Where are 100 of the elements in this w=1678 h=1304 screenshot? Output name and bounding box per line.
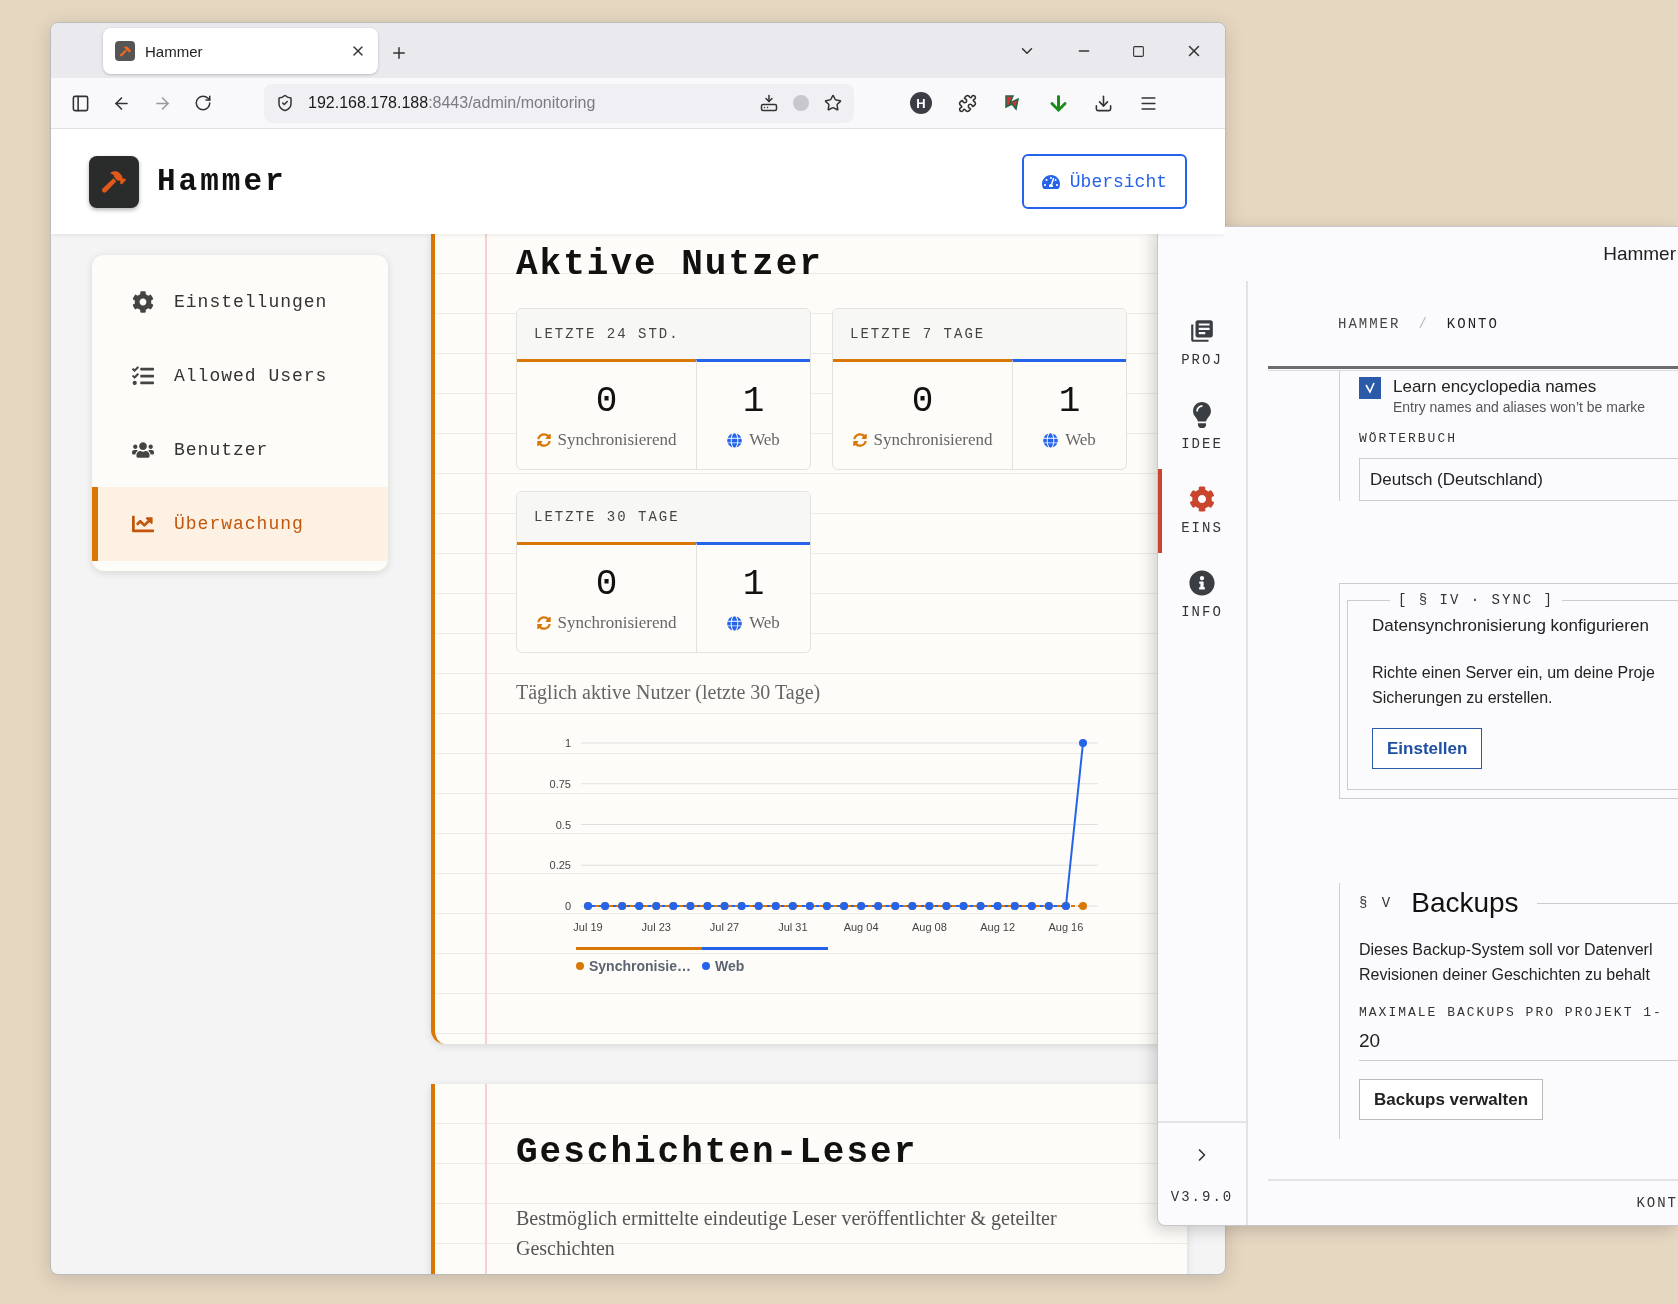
axis-label: Jul 27 [709,921,740,933]
line-chart-icon [132,513,154,535]
data-point [1079,739,1087,747]
axis-label: 0.25 [549,859,571,872]
stat-value: 0 [595,381,618,422]
rail-label: IDEE [1181,436,1223,452]
axis-label: Jul 23 [641,921,671,933]
arrow-down-icon[interactable] [1049,93,1068,113]
axis-label: Aug 04 [843,921,879,933]
gear-icon [1189,486,1215,512]
sync-legend: [ § IV · SYNC ] [1390,592,1563,608]
stat-period: LETZTE 7 TAGE [833,309,1126,359]
gauge-icon [1041,172,1060,191]
section-number: § V [1359,895,1394,911]
stat-period: LETZTE 30 TAGE [517,492,810,542]
axis-label: 1 [564,737,571,749]
sidebar-item[interactable]: Allowed Users [92,339,388,413]
sidebar-label: Überwachung [174,514,304,534]
sidebar-label: Allowed Users [174,366,328,386]
sidebar-label: Benutzer [174,440,269,460]
axis-label: Jul 31 [778,921,808,933]
stat-label: Synchronisierend [557,613,677,633]
stat-value: 0 [911,381,934,422]
stat-label: Web [749,430,780,450]
field-label: MAXIMALE BACKUPS PRO PROJEKT 1- [1359,1005,1664,1020]
checkbox[interactable] [1359,377,1381,399]
app-name: Hammer [157,164,287,199]
hammer-icon [115,41,135,61]
setup-button[interactable]: Einstellen [1372,728,1483,769]
globe-icon [727,432,743,448]
section-title: Backups [1411,887,1519,919]
sync-heading: Datensynchronisierung konfigurieren [1372,616,1650,636]
sync-icon [852,433,867,447]
axis-label: Aug 12 [980,921,1016,933]
puzzle-icon[interactable] [958,93,977,113]
section-title: Geschichten-Leser [516,1132,919,1173]
axis-label: 0.75 [549,777,571,790]
rail-label: INFO [1181,604,1223,620]
gear-icon [132,291,154,313]
reload-icon[interactable] [194,94,212,112]
backups-description: Dieses Backup-System soll vor Datenverl Revisionen deiner Geschichten zu behalt [1359,940,1654,985]
rail-item[interactable]: IDEE [1158,385,1242,469]
checkbox-hint: Entry names and aliases won’t be marke [1393,399,1646,415]
extension-badge[interactable]: H [910,92,932,114]
sidebar-item[interactable]: Benutzer [92,413,388,487]
download-icon[interactable] [1094,93,1113,113]
dictionary-select[interactable]: Deutsch (Deutschland) [1359,458,1678,501]
axis-label: 0 [564,900,571,912]
breadcrumb-item[interactable]: HAMMER [1338,315,1401,332]
sync-icon [536,616,551,630]
hammer-logo-icon [89,155,139,208]
manage-backups-button[interactable]: Backups verwalten [1359,1079,1543,1120]
legend-label[interactable]: Web [715,958,745,974]
window-title: Hammer [1602,242,1677,266]
stat-value: 1 [742,564,765,605]
stat-label: Synchronisierend [557,430,677,450]
overview-button[interactable]: Übersicht [1021,154,1187,209]
sidebar-item[interactable]: Einstellungen [92,265,388,339]
check-icon [1364,382,1376,394]
axis-label: Jul 19 [573,921,603,933]
breadcrumb-separator: / [1418,315,1429,332]
stat-label: Web [749,613,780,633]
stat-label: Web [1065,430,1096,450]
save-page-icon[interactable] [760,94,778,112]
shield-icon [276,94,294,112]
sidebar-icon[interactable] [71,93,90,113]
section-description: Bestmöglich ermittelte eindeutige Leser veröffentlichter & geteilter Geschichten [516,1206,1058,1261]
axis-label: Aug 08 [911,921,947,933]
version-label: V3.9.0 [1170,1189,1234,1205]
info-icon [1189,570,1215,596]
rail-label: EINS [1181,520,1223,536]
legend-label[interactable]: Synchronisie… [589,958,691,974]
address-field[interactable]: 192.168.178.188:8443/admin/monitoring [264,83,854,123]
sidebar-label: Einstellungen [174,292,328,312]
stat-period: LETZTE 24 STD. [517,309,810,359]
field-label: WÖRTERBUCH [1359,431,1458,446]
checklist-icon [132,365,154,387]
footer-label: KONT [1268,1179,1678,1225]
rail-label: PROJ [1181,352,1223,368]
rail-item[interactable]: PROJ [1158,301,1242,385]
axis-label: Aug 16 [1048,921,1084,933]
axis-label: 0.5 [555,818,571,831]
sidebar-item[interactable]: Überwachung [92,487,388,561]
rail-item[interactable]: INFO [1158,553,1242,637]
maximize-icon[interactable] [1132,44,1145,58]
plus-icon[interactable] [390,44,408,62]
checkbox-label: Learn encyclopedia names [1393,377,1598,397]
sync-icon [536,433,551,447]
chart-title: Täglich aktive Nutzer (letzte 30 Tage) [516,681,822,704]
stat-value: 0 [595,564,618,605]
data-point [1079,902,1087,910]
sync-description: Richte einen Server ein, um deine Proje Sicherungen zu erstellen. [1372,663,1656,708]
stat-label: Synchronisierend [873,430,993,450]
bookmark-star-icon[interactable] [824,94,842,112]
breadcrumb-item[interactable]: KONTO [1446,315,1499,332]
rail-item[interactable]: EINS [1158,469,1242,553]
users-icon [132,439,154,461]
browser-tab[interactable]: Hammer [103,28,378,74]
section-title: Aktive Nutzer [516,244,824,285]
max-backups-field[interactable]: 20 [1359,1030,1678,1061]
